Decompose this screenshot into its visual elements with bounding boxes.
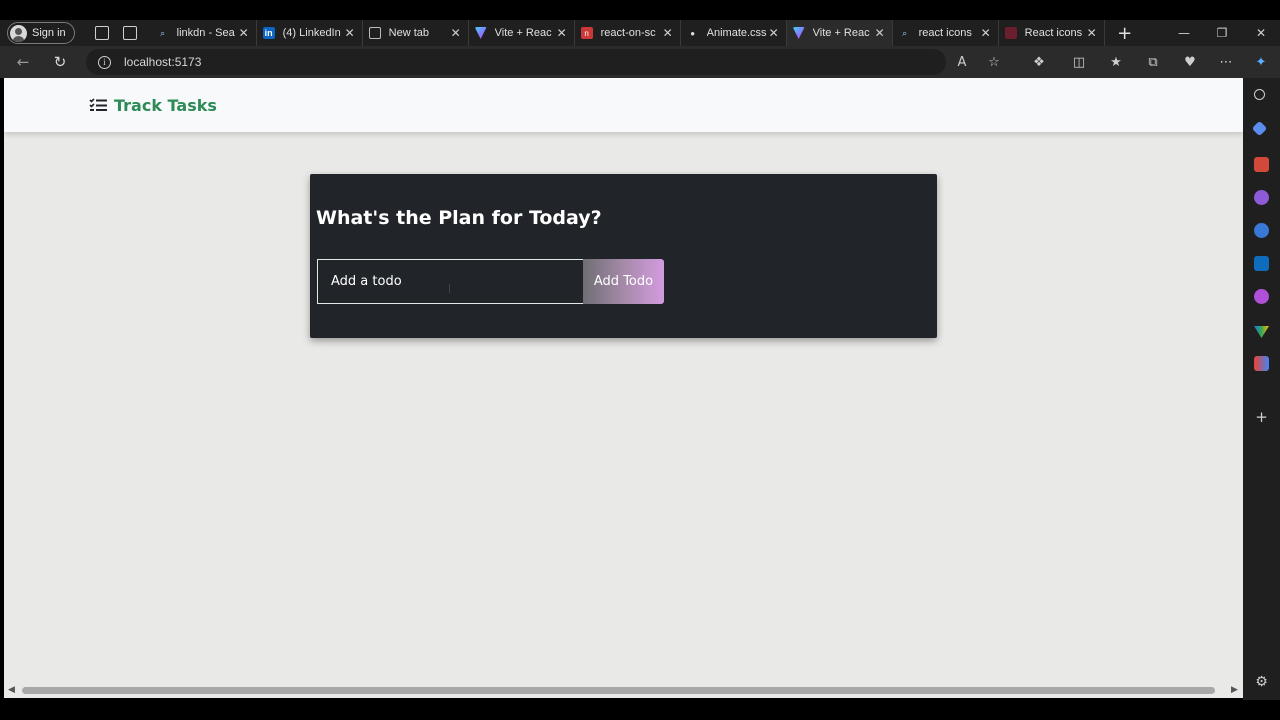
workspaces-icon[interactable] [94,26,109,40]
gmail-icon[interactable] [1254,356,1269,371]
page-viewport: Track Tasks What's the Plan for Today? A… [4,78,1243,683]
close-icon[interactable]: ✕ [450,26,462,40]
collections-icon[interactable]: ⧉ [1144,53,1162,71]
tab-strip: Sign in ⌕ linkdn - Sea ✕ in (4) LinkedIn… [0,20,1280,46]
minimize-icon[interactable]: — [1165,20,1203,46]
outlook-icon[interactable] [1254,256,1269,271]
vite-icon [474,27,487,39]
tab-title: React icons [1024,27,1083,39]
todo-input[interactable] [317,259,583,304]
brand-title: Track Tasks [114,95,217,115]
window-close-icon[interactable]: ✕ [1242,20,1280,46]
tab-animate-css[interactable]: ● Animate.css ✕ [681,20,787,46]
tab-title: Vite + Reac [812,27,870,39]
close-icon[interactable]: ✕ [662,26,674,40]
browser-essentials-icon[interactable]: ♥ [1181,53,1199,71]
close-icon[interactable]: ✕ [1086,26,1098,40]
new-tab-button[interactable]: + [1115,23,1135,44]
sidebar-settings-icon[interactable]: ⚙ [1254,675,1269,690]
npm-icon: n [580,27,593,39]
tab-actions-icon[interactable] [122,26,137,40]
scroll-right-icon[interactable]: ▶ [1231,685,1238,695]
add-todo-button[interactable]: Add Todo [583,259,664,304]
tab-react-icons[interactable]: React icons ✕ [999,20,1105,46]
tab-vite-react-active[interactable]: Vite + Reac ✕ [786,20,893,46]
tab-title: (4) LinkedIn [282,27,341,39]
copilot-sidebar-icon[interactable] [1254,223,1269,238]
copilot-icon[interactable]: ✦ [1252,53,1270,71]
favorites-icon[interactable]: ★ [1107,53,1125,71]
tab-linkedin[interactable]: in (4) LinkedIn ✕ [257,20,363,46]
tab-title: Animate.css [706,27,767,39]
close-icon[interactable]: ✕ [344,26,356,40]
more-menu-icon[interactable]: ⋯ [1217,53,1235,71]
tab-title: linkdn - Sea [176,27,235,39]
tab-vite-react-1[interactable]: Vite + Reac ✕ [469,20,575,46]
tabs: ⌕ linkdn - Sea ✕ in (4) LinkedIn ✕ New t… [151,20,1135,46]
reload-icon[interactable]: ↻ [47,49,73,75]
tab-title: react icons [918,27,972,39]
signin-label: Sign in [32,27,66,39]
split-screen-icon[interactable]: ◫ [1070,53,1088,71]
horizontal-scrollbar[interactable]: ◀ ▶ [4,683,1243,698]
brand[interactable]: Track Tasks [89,96,217,115]
text-cursor [449,284,450,293]
app-navbar: Track Tasks [4,78,1243,132]
browser-toolbar: ← ↻ i localhost:5173 A ☆ ❖ ◫ ★ ⧉ ♥ ⋯ ✦ [0,46,1280,78]
tab-new-tab[interactable]: New tab ✕ [363,20,469,46]
todo-card: What's the Plan for Today? Add Todo [310,174,937,338]
tools-icon[interactable] [1254,157,1269,172]
games-icon[interactable] [1254,190,1269,205]
tab-title: react-on-sc [600,27,656,39]
tab-react-on-screen[interactable]: n react-on-sc ✕ [575,20,681,46]
close-icon[interactable]: ✕ [238,26,250,40]
newtab-icon [368,27,381,39]
tab-title: New tab [388,27,429,39]
tab-linkdn-search[interactable]: ⌕ linkdn - Sea ✕ [151,20,257,46]
search-icon: ⌕ [160,27,166,38]
tab-react-icons-search[interactable]: ⌕ react icons ✕ [893,20,999,46]
react-icons-icon [1004,27,1017,39]
extensions-icon[interactable]: ❖ [1030,53,1048,71]
search-icon[interactable] [1254,89,1265,100]
designer-icon[interactable] [1254,289,1269,304]
add-sidebar-app-icon[interactable]: + [1254,410,1269,425]
scroll-left-icon[interactable]: ◀ [8,685,15,695]
signin-button[interactable]: Sign in [7,22,75,44]
url-text: localhost:5173 [124,55,202,69]
shopping-tag-icon[interactable] [1251,120,1268,137]
search-icon: ⌕ [902,27,908,38]
task-list-icon [89,98,107,111]
close-icon[interactable]: ✕ [556,26,568,40]
scrollbar-thumb[interactable] [22,687,1215,694]
restore-icon[interactable]: ❐ [1203,20,1241,46]
animate-icon: ● [690,28,696,38]
close-icon[interactable]: ✕ [980,26,992,40]
site-info-icon[interactable]: i [98,55,111,69]
close-icon[interactable]: ✕ [768,26,780,40]
read-aloud-icon[interactable]: A [953,53,971,71]
vite-icon [792,27,805,39]
drive-icon[interactable] [1254,326,1269,338]
edge-sidebar: + ⚙ [1243,78,1280,700]
tab-title: Vite + Reac [494,27,552,39]
screen-frame: Sign in ⌕ linkdn - Sea ✕ in (4) LinkedIn… [0,0,1280,720]
profile-avatar-icon [10,24,27,42]
close-icon[interactable]: ✕ [874,26,886,40]
page-heading: What's the Plan for Today? [316,207,602,229]
favorite-star-icon[interactable]: ☆ [985,53,1003,71]
top-letterbox [0,0,1280,20]
linkedin-icon: in [262,27,275,39]
bottom-letterbox [0,700,1280,720]
address-bar[interactable]: i localhost:5173 [86,49,946,75]
back-icon[interactable]: ← [10,49,36,75]
